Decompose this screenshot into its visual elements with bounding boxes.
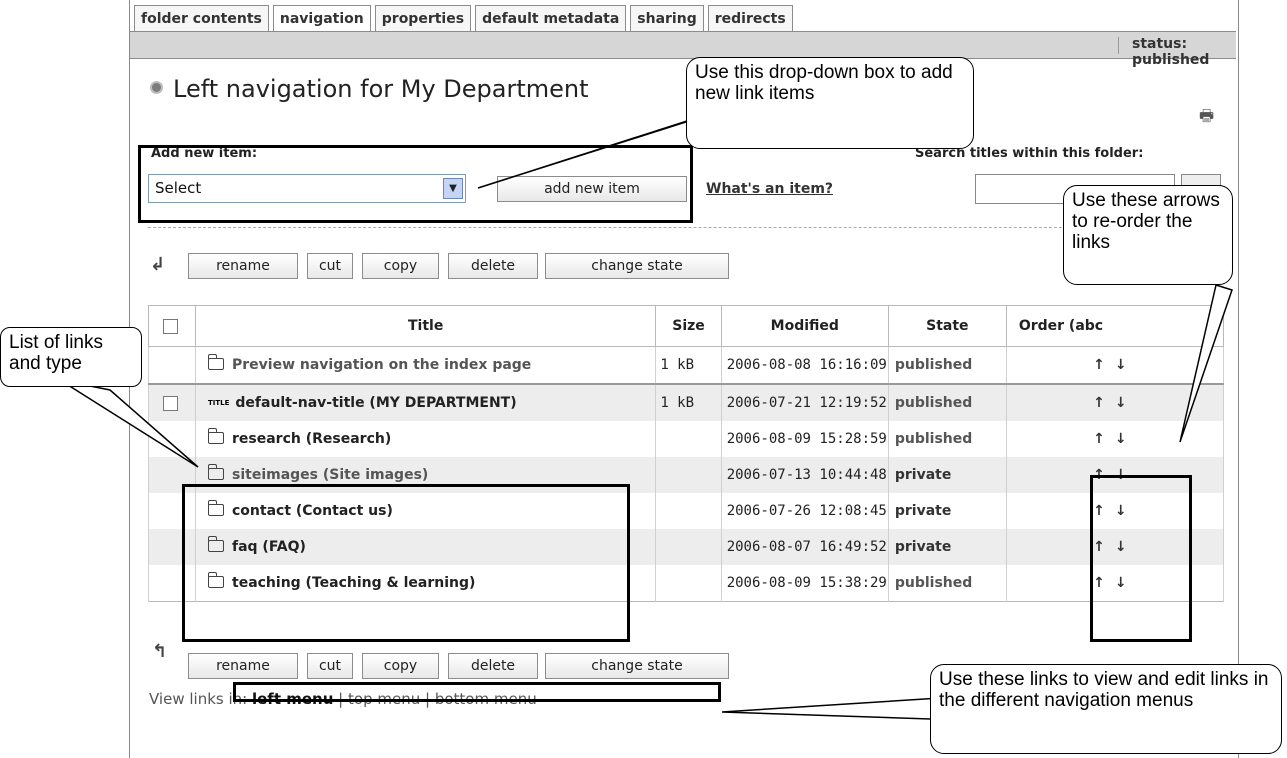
callout-menus: Use these links to view and edit links i… [930, 664, 1282, 754]
callout-arrows: Use these arrows to re-order the links [1063, 185, 1233, 285]
callout-dropdown: Use this drop-down box to add new link i… [686, 57, 974, 149]
callout-pointers [59, 107, 1233, 721]
callout-list: List of links and type [0, 327, 142, 387]
